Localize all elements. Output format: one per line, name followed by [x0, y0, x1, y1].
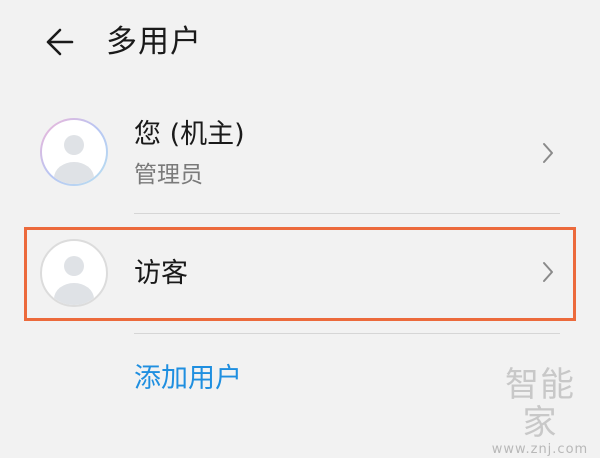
user-avatar-icon: [54, 256, 94, 305]
owner-name: 您 (机主): [134, 119, 245, 150]
watermark: 智能家 www.znj.com: [488, 366, 592, 458]
chevron-right-icon: [543, 143, 553, 163]
arrow-left-icon: [46, 28, 74, 56]
owner-role: 管理员: [134, 162, 203, 188]
page-title: 多用户: [106, 24, 202, 60]
guest-avatar: [40, 239, 108, 307]
owner-avatar: [40, 118, 108, 186]
guest-name: 访客: [134, 258, 188, 289]
app-header: 多用户: [0, 0, 600, 88]
user-avatar-icon: [54, 135, 94, 184]
watermark-brand: 智能家: [505, 365, 575, 443]
user-item-owner[interactable]: 您 (机主) 管理员: [0, 112, 600, 202]
add-user-button[interactable]: 添加用户: [134, 360, 242, 398]
back-button[interactable]: [38, 24, 78, 60]
watermark-url: www.znj.com: [491, 442, 589, 457]
divider: [134, 333, 560, 334]
chevron-right-icon: [543, 262, 553, 282]
divider: [134, 213, 560, 214]
user-item-guest[interactable]: 访客: [0, 230, 600, 314]
